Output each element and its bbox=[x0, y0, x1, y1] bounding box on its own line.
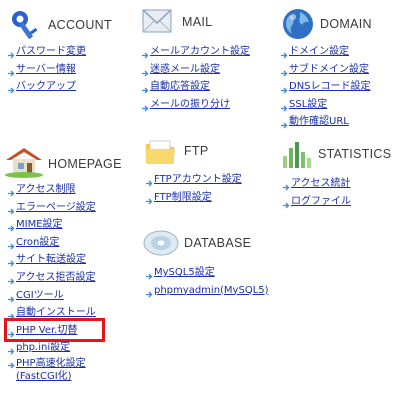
statistics-header: STATISTICS bbox=[280, 138, 391, 170]
link-server-info[interactable]: サーバー情報 bbox=[16, 61, 76, 79]
link-cron[interactable]: Cron設定 bbox=[16, 234, 59, 252]
arrow-icon bbox=[281, 101, 288, 112]
ftp-header: FTP bbox=[144, 136, 209, 166]
arrow-icon bbox=[283, 198, 290, 209]
highlight-box bbox=[4, 318, 105, 342]
account-title: ACCOUNT bbox=[48, 18, 112, 32]
link-mysql5[interactable]: MySQL5設定 bbox=[154, 264, 215, 282]
globe-icon bbox=[283, 9, 313, 39]
link-password-change[interactable]: パスワード変更 bbox=[16, 43, 86, 61]
arrow-icon bbox=[8, 239, 15, 250]
arrow-icon bbox=[8, 256, 15, 267]
link-mail-account[interactable]: メールアカウント設定 bbox=[150, 43, 250, 61]
arrow-icon bbox=[146, 176, 153, 187]
arrow-icon bbox=[8, 48, 15, 59]
link-backup[interactable]: バックアップ bbox=[16, 78, 76, 96]
arrow-icon bbox=[146, 269, 153, 280]
link-ftp-account[interactable]: FTPアカウント設定 bbox=[154, 171, 242, 189]
mail-header: MAIL bbox=[140, 6, 212, 38]
arrow-icon bbox=[8, 186, 15, 197]
link-access-restrict[interactable]: アクセス制限 bbox=[16, 181, 76, 199]
link-dns[interactable]: DNSレコード設定 bbox=[289, 78, 371, 96]
arrow-icon bbox=[281, 48, 288, 59]
arrow-icon bbox=[8, 292, 15, 303]
arrow-icon bbox=[281, 66, 288, 77]
database-disc-icon bbox=[143, 230, 179, 256]
arrow-icon bbox=[8, 309, 15, 320]
link-domain-settings[interactable]: ドメイン設定 bbox=[289, 43, 349, 61]
link-autoreply[interactable]: 自動応答設定 bbox=[150, 78, 210, 96]
arrow-icon bbox=[281, 83, 288, 94]
link-log-file[interactable]: ログファイル bbox=[291, 193, 351, 211]
link-mail-filter[interactable]: メールの振り分け bbox=[150, 96, 230, 114]
arrow-icon bbox=[8, 204, 15, 215]
link-error-page[interactable]: エラーページ設定 bbox=[16, 199, 96, 217]
link-site-transfer[interactable]: サイト転送設定 bbox=[16, 251, 86, 269]
link-phpmyadmin[interactable]: phpmyadmin(MySQL5) bbox=[154, 282, 269, 300]
arrow-icon bbox=[142, 66, 149, 77]
database-header: DATABASE bbox=[142, 226, 251, 260]
arrow-icon bbox=[283, 180, 290, 191]
homepage-title: HOMEPAGE bbox=[48, 157, 122, 171]
arrow-icon bbox=[8, 360, 15, 369]
domain-title: DOMAIN bbox=[320, 17, 372, 31]
folder-icon bbox=[145, 140, 175, 164]
database-title: DATABASE bbox=[184, 236, 252, 250]
link-access-deny[interactable]: アクセス拒否設定 bbox=[16, 269, 96, 287]
link-mime[interactable]: MIME設定 bbox=[16, 216, 63, 234]
arrow-icon bbox=[142, 101, 149, 112]
link-ssl[interactable]: SSL設定 bbox=[289, 96, 327, 114]
account-key-icon bbox=[12, 11, 38, 39]
arrow-icon bbox=[8, 274, 15, 285]
link-ftp-restrict[interactable]: FTP制限設定 bbox=[154, 189, 212, 207]
arrow-icon bbox=[8, 66, 15, 77]
link-access-stats[interactable]: アクセス統計 bbox=[291, 175, 351, 193]
arrow-icon bbox=[8, 221, 15, 232]
mail-title: MAIL bbox=[182, 15, 213, 29]
arrow-icon bbox=[146, 287, 153, 298]
link-test-url[interactable]: 動作確認URL bbox=[289, 113, 349, 131]
statistics-title: STATISTICS bbox=[318, 147, 392, 161]
arrow-icon bbox=[8, 83, 15, 94]
link-cgi-tool[interactable]: CGIツール bbox=[16, 287, 64, 305]
link-php-fastcgi[interactable]: PHP高速化設定 bbox=[16, 357, 86, 370]
arrow-icon bbox=[8, 344, 15, 355]
account-header: ACCOUNT bbox=[8, 8, 112, 42]
mail-envelope-icon bbox=[142, 9, 172, 33]
link-spam[interactable]: 迷惑メール設定 bbox=[150, 61, 220, 79]
house-icon bbox=[5, 148, 43, 178]
link-subdomain[interactable]: サブドメイン設定 bbox=[289, 61, 369, 79]
bar-chart-icon bbox=[283, 142, 311, 168]
arrow-icon bbox=[281, 118, 288, 129]
domain-header: DOMAIN bbox=[280, 6, 372, 42]
arrow-icon bbox=[142, 48, 149, 59]
link-php-fastcgi-suffix[interactable]: (FastCGI化) bbox=[16, 370, 72, 383]
homepage-header: HOMEPAGE bbox=[4, 144, 122, 178]
arrow-icon bbox=[142, 83, 149, 94]
arrow-icon bbox=[146, 194, 153, 205]
ftp-title: FTP bbox=[184, 144, 209, 158]
